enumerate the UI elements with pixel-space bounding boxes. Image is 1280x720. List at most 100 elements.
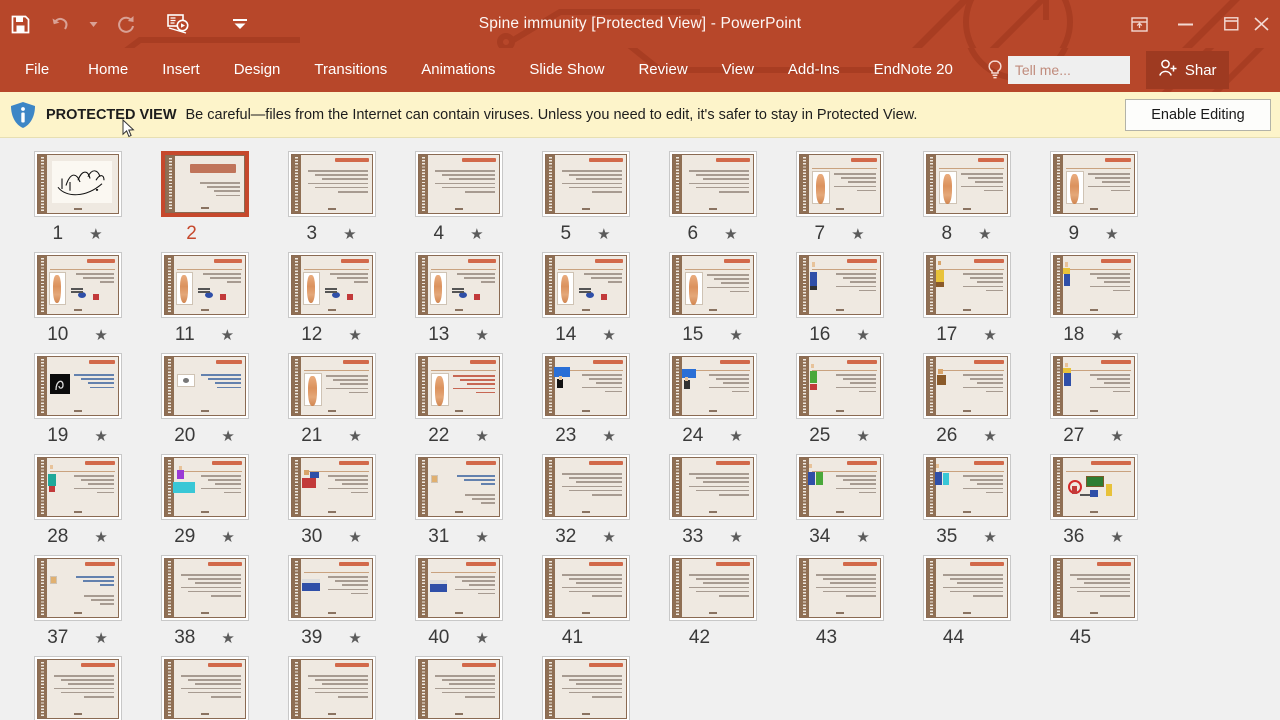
slide-thumbnail-45[interactable]: 45: [1030, 555, 1157, 650]
animation-star-icon[interactable]: ★: [602, 429, 615, 444]
restore-icon[interactable]: [1208, 7, 1254, 41]
animation-star-icon[interactable]: ★: [856, 429, 869, 444]
slide-thumbnail-20[interactable]: 20 ★: [141, 353, 268, 448]
slide-thumbnail-frame[interactable]: [668, 454, 757, 520]
animation-star-icon[interactable]: ★: [856, 530, 869, 545]
animation-star-icon[interactable]: ★: [89, 227, 102, 242]
animation-star-icon[interactable]: ★: [983, 328, 996, 343]
slide-thumbnail-12[interactable]: 12 ★: [268, 252, 395, 347]
slide-thumbnail-18[interactable]: 18 ★: [1030, 252, 1157, 347]
slide-thumbnail-43[interactable]: 43: [776, 555, 903, 650]
animation-star-icon[interactable]: ★: [729, 328, 742, 343]
save-icon[interactable]: [0, 4, 40, 44]
slide-thumbnail-frame[interactable]: [33, 656, 122, 720]
slide-thumbnail-32[interactable]: 32 ★: [522, 454, 649, 549]
tab-file[interactable]: File: [0, 48, 71, 92]
slide-thumbnail-5[interactable]: 5 ★: [522, 151, 649, 246]
animation-star-icon[interactable]: ★: [94, 631, 107, 646]
slide-thumbnail-1[interactable]: 1 ★: [14, 151, 141, 246]
slide-thumbnail-frame[interactable]: [33, 252, 122, 318]
slide-thumbnail-10[interactable]: 10 ★: [14, 252, 141, 347]
slide-thumbnail-7[interactable]: 7 ★: [776, 151, 903, 246]
slide-thumbnail-8[interactable]: 8 ★: [903, 151, 1030, 246]
slide-thumbnail-17[interactable]: 17 ★: [903, 252, 1030, 347]
slide-thumbnail-23[interactable]: 23 ★: [522, 353, 649, 448]
tab-view[interactable]: View: [705, 48, 771, 92]
animation-star-icon[interactable]: ★: [729, 429, 742, 444]
slide-thumbnail-frame[interactable]: [541, 555, 630, 621]
slide-thumbnail-frame[interactable]: [1049, 252, 1138, 318]
slide-thumbnail-frame[interactable]: [795, 454, 884, 520]
customize-quick-access-icon[interactable]: [220, 4, 260, 44]
slide-thumbnail-46[interactable]: 46: [14, 656, 141, 720]
tab-slide-show[interactable]: Slide Show: [512, 48, 621, 92]
slide-thumbnail-frame[interactable]: [668, 151, 757, 217]
slide-thumbnail-36[interactable]: 36 ★: [1030, 454, 1157, 549]
slide-thumbnail-frame[interactable]: [287, 454, 376, 520]
animation-star-icon[interactable]: ★: [348, 530, 361, 545]
slide-thumbnail-29[interactable]: 29 ★: [141, 454, 268, 549]
animation-star-icon[interactable]: ★: [343, 227, 356, 242]
slide-thumbnail-frame[interactable]: [414, 151, 503, 217]
slide-thumbnail-37[interactable]: 37 ★: [14, 555, 141, 650]
slide-thumbnail-frame[interactable]: [668, 252, 757, 318]
slide-thumbnail-16[interactable]: 16 ★: [776, 252, 903, 347]
slide-thumbnail-frame[interactable]: [1049, 353, 1138, 419]
animation-star-icon[interactable]: ★: [856, 328, 869, 343]
slide-thumbnail-9[interactable]: 9 ★: [1030, 151, 1157, 246]
slide-thumbnail-48[interactable]: 48: [268, 656, 395, 720]
slide-thumbnail-35[interactable]: 35 ★: [903, 454, 1030, 549]
slide-thumbnail-50[interactable]: 50: [522, 656, 649, 720]
slide-thumbnail-frame[interactable]: [922, 252, 1011, 318]
animation-star-icon[interactable]: ★: [983, 530, 996, 545]
slide-thumbnail-frame[interactable]: [541, 151, 630, 217]
animation-star-icon[interactable]: ★: [475, 328, 488, 343]
slide-thumbnail-frame[interactable]: [160, 555, 249, 621]
slide-thumbnail-frame[interactable]: [541, 454, 630, 520]
animation-star-icon[interactable]: ★: [724, 227, 737, 242]
slide-thumbnail-frame[interactable]: [33, 454, 122, 520]
slide-thumbnail-frame[interactable]: [795, 353, 884, 419]
animation-star-icon[interactable]: ★: [94, 530, 107, 545]
slide-thumbnail-frame[interactable]: [287, 555, 376, 621]
slide-thumbnail-frame[interactable]: [33, 151, 122, 217]
slide-thumbnail-frame[interactable]: [541, 252, 630, 318]
slide-thumbnail-31[interactable]: 31 ★: [395, 454, 522, 549]
slide-thumbnail-frame[interactable]: [160, 353, 249, 419]
slide-thumbnail-frame[interactable]: [922, 151, 1011, 217]
slide-sorter-pane[interactable]: 1 ★ 2 3 ★ 4 ★ 5 ★ 6 ★ 7 ★ 8 ★ 9 ★ 10 ★ 1…: [0, 138, 1280, 720]
close-icon[interactable]: [1254, 7, 1280, 41]
ribbon-display-options-icon[interactable]: [1116, 7, 1162, 41]
slide-thumbnail-frame[interactable]: [922, 454, 1011, 520]
animation-star-icon[interactable]: ★: [475, 530, 488, 545]
animation-star-icon[interactable]: ★: [348, 429, 361, 444]
animation-star-icon[interactable]: ★: [602, 530, 615, 545]
animation-star-icon[interactable]: ★: [348, 631, 361, 646]
tab-add-ins[interactable]: Add-Ins: [771, 48, 857, 92]
animation-star-icon[interactable]: ★: [851, 227, 864, 242]
animation-star-icon[interactable]: ★: [475, 429, 488, 444]
minimize-icon[interactable]: [1162, 7, 1208, 41]
slide-thumbnail-frame[interactable]: [1049, 555, 1138, 621]
slide-thumbnail-27[interactable]: 27 ★: [1030, 353, 1157, 448]
slide-thumbnail-frame[interactable]: [160, 252, 249, 318]
animation-star-icon[interactable]: ★: [1110, 429, 1123, 444]
slide-thumbnail-11[interactable]: 11 ★: [141, 252, 268, 347]
slide-thumbnail-22[interactable]: 22 ★: [395, 353, 522, 448]
slide-thumbnail-frame[interactable]: [1049, 454, 1138, 520]
start-from-beginning-icon[interactable]: [158, 4, 198, 44]
animation-star-icon[interactable]: ★: [221, 631, 234, 646]
slide-thumbnail-frame[interactable]: [160, 151, 249, 217]
slide-thumbnail-frame[interactable]: [922, 353, 1011, 419]
slide-thumbnail-frame[interactable]: [795, 555, 884, 621]
search-input[interactable]: Tell me...: [1007, 56, 1130, 84]
slide-thumbnail-39[interactable]: 39 ★: [268, 555, 395, 650]
tab-endnote-20[interactable]: EndNote 20: [857, 48, 970, 92]
slide-thumbnail-24[interactable]: 24 ★: [649, 353, 776, 448]
slide-thumbnail-frame[interactable]: [414, 555, 503, 621]
animation-star-icon[interactable]: ★: [348, 328, 361, 343]
animation-star-icon[interactable]: ★: [1110, 530, 1123, 545]
slide-thumbnail-frame[interactable]: [795, 252, 884, 318]
slide-thumbnail-2[interactable]: 2: [141, 151, 268, 246]
slide-thumbnail-frame[interactable]: [160, 656, 249, 720]
